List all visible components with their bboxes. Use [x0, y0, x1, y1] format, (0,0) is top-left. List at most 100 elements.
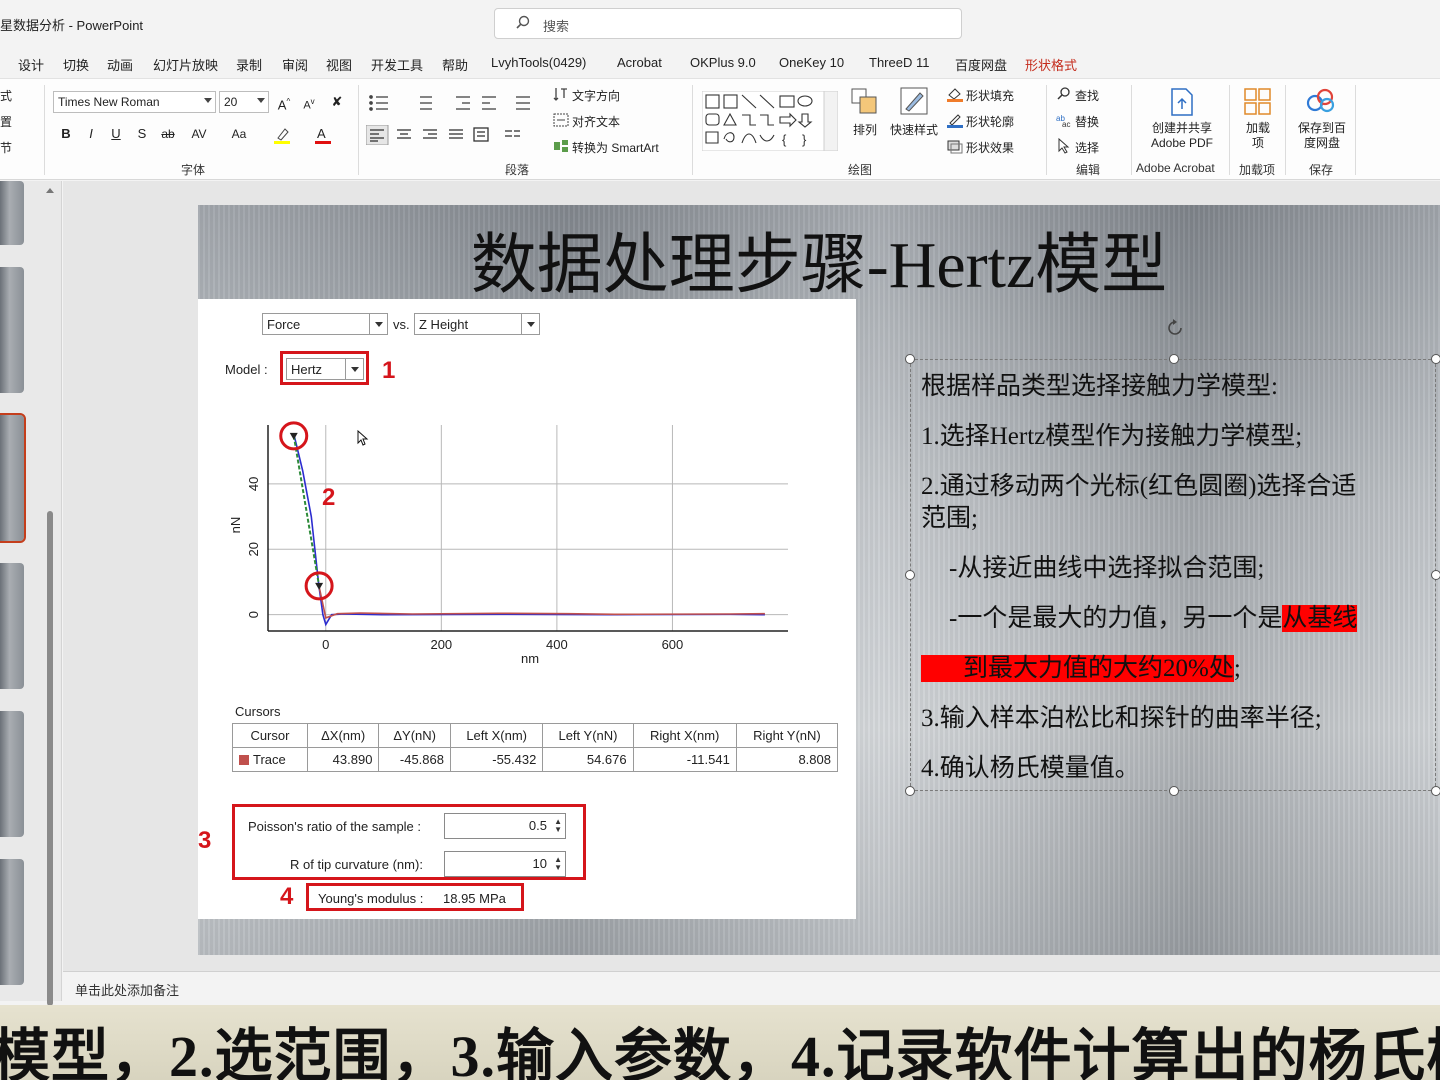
- shape-outline-icon: [947, 114, 963, 128]
- scroll-up-icon[interactable]: [46, 186, 54, 194]
- slide-thumbnail[interactable]: [0, 181, 24, 245]
- video-subtitle-bar: 模型，2.选范围，3.输入参数，4.记录软件计算出的杨氏模量值: [0, 1005, 1440, 1080]
- strikethrough-button[interactable]: ab: [158, 124, 178, 144]
- table-row: Trace 43.890 -45.868 -55.432 54.676 -11.…: [232, 747, 839, 772]
- clear-format-icon[interactable]: ✘: [327, 92, 347, 112]
- shape-fill-button[interactable]: 形状填充: [966, 87, 1014, 104]
- bold-button[interactable]: B: [56, 124, 76, 144]
- select-button[interactable]: 选择: [1075, 139, 1099, 156]
- resize-handle[interactable]: [1431, 570, 1440, 580]
- y-tick-label: 20: [246, 542, 261, 556]
- series-line-1: [318, 585, 765, 619]
- slide-thumbnail[interactable]: [0, 859, 24, 985]
- underline-button[interactable]: U: [106, 124, 126, 144]
- replace-button[interactable]: 替换: [1075, 113, 1099, 130]
- partial-layout-label[interactable]: 式: [0, 87, 12, 104]
- tab-animations[interactable]: 动画: [107, 55, 133, 74]
- tab-acrobat[interactable]: Acrobat: [617, 55, 662, 70]
- smartart-icon: [554, 140, 568, 152]
- shape-effects-button[interactable]: 形状效果: [966, 139, 1014, 156]
- tab-help[interactable]: 帮助: [442, 55, 468, 74]
- software-screenshot-image[interactable]: Force vs. Z Height Model : Hertz 1 0 200 4…: [198, 299, 856, 919]
- tab-onekey[interactable]: OneKey 10: [779, 55, 844, 70]
- table-header: Left Y(nN): [542, 723, 634, 748]
- slide-thumbnail-selected[interactable]: [0, 413, 26, 543]
- text-box[interactable]: 根据样品类型选择接触力学模型: 1.选择Hertz模型作为接触力学模型; 2.通…: [905, 354, 1440, 796]
- change-case-button[interactable]: Aa: [226, 124, 252, 144]
- create-share-pdf-button[interactable]: 创建并共享 Adobe PDF: [1144, 121, 1220, 151]
- char-spacing-button[interactable]: AV: [186, 124, 212, 144]
- text-direction-button[interactable]: 文字方向: [572, 87, 620, 104]
- resize-handle[interactable]: [905, 786, 915, 796]
- scrollbar-thumb[interactable]: [47, 511, 53, 1006]
- tab-baidu[interactable]: 百度网盘: [955, 55, 1007, 74]
- convert-smartart-button[interactable]: 转换为 SmartArt: [572, 139, 659, 156]
- font-size-combo[interactable]: 20: [219, 91, 269, 113]
- shapes-gallery[interactable]: {}: [702, 91, 838, 151]
- italic-button[interactable]: I: [81, 124, 101, 144]
- partial-reset-label[interactable]: 置: [0, 113, 12, 130]
- find-button[interactable]: 查找: [1075, 87, 1099, 104]
- cursor-marker-2: [315, 582, 324, 590]
- grow-font-button[interactable]: A^: [274, 92, 294, 112]
- resize-handle[interactable]: [905, 354, 915, 364]
- slide-thumbnail[interactable]: [0, 711, 24, 837]
- table-header: ΔX(nm): [306, 723, 380, 748]
- addins-button[interactable]: 加载项: [1244, 121, 1272, 151]
- spinner-icon: ▲ ▼: [554, 855, 562, 872]
- resize-handle[interactable]: [1169, 354, 1179, 364]
- save-to-baidu-button[interactable]: 保存到百度网盘: [1294, 121, 1350, 151]
- marker-4: 4: [280, 883, 294, 910]
- font-family-value: Times New Roman: [58, 95, 160, 109]
- tab-design[interactable]: 设计: [18, 55, 44, 74]
- thumbnail-scrollbar[interactable]: [46, 186, 54, 1006]
- resize-handle[interactable]: [905, 570, 915, 580]
- tab-shape-format[interactable]: 形状格式: [1025, 55, 1077, 74]
- trace-name: Trace: [253, 752, 286, 767]
- quick-styles-button[interactable]: 快速样式: [890, 121, 938, 138]
- highlight-color-icon[interactable]: [272, 125, 294, 145]
- rotate-handle-icon[interactable]: [1164, 317, 1186, 339]
- tab-threed[interactable]: ThreeD 11: [869, 55, 929, 70]
- list-indent-icons[interactable]: [368, 93, 558, 113]
- slide-thumbnail[interactable]: [0, 563, 24, 689]
- addins-icon: [1244, 88, 1271, 115]
- shape-outline-button[interactable]: 形状轮廓: [966, 113, 1014, 130]
- font-color-icon[interactable]: A: [313, 125, 335, 145]
- slide-thumbnail[interactable]: [0, 267, 24, 393]
- align-text-button[interactable]: 对齐文本: [572, 113, 620, 130]
- shrink-font-button[interactable]: Av: [299, 92, 319, 112]
- chart-tick-labels: 0 200 400 600 0 20 40: [246, 477, 683, 652]
- cursors-table: Cursor ΔX(nm) ΔY(nN) Left X(nm) Left Y(n…: [232, 723, 839, 772]
- table-cell: 8.808: [735, 747, 839, 772]
- text-line: 范围;: [921, 505, 978, 532]
- youngs-modulus-value: 18.95 MPa: [443, 891, 506, 906]
- tab-review[interactable]: 审阅: [282, 55, 308, 74]
- resize-handle[interactable]: [1431, 354, 1440, 364]
- x-tick-label: 400: [546, 637, 568, 652]
- partial-section-label[interactable]: 节: [0, 139, 12, 156]
- notes-pane[interactable]: 单击此处添加备注: [63, 971, 1440, 1005]
- resize-handle[interactable]: [1169, 786, 1179, 796]
- search-box[interactable]: 搜索: [494, 8, 962, 39]
- tab-lvyhtools[interactable]: LvyhTools(0429): [491, 55, 586, 70]
- tab-record[interactable]: 录制: [236, 55, 262, 74]
- resize-handle[interactable]: [1431, 786, 1440, 796]
- tab-slideshow[interactable]: 幻灯片放映: [153, 55, 218, 74]
- align-buttons-icons[interactable]: [366, 125, 536, 145]
- tab-developer[interactable]: 开发工具: [371, 55, 423, 74]
- text-run: ;: [1233, 655, 1241, 682]
- arrange-button[interactable]: 排列: [853, 121, 877, 138]
- tab-transitions[interactable]: 切换: [63, 55, 89, 74]
- slide[interactable]: 数据处理步骤-Hertz模型 Force vs. Z Height Model …: [198, 205, 1440, 955]
- force-curve-chart: 0 200 400 600 0 20 40 nm nN: [228, 421, 788, 666]
- slide-title[interactable]: 数据处理步骤-Hertz模型: [198, 211, 1440, 307]
- y-tick-label: 40: [246, 477, 261, 491]
- group-separator: [358, 85, 359, 175]
- addins-group-label: 加载项: [1239, 163, 1276, 177]
- tab-okplus[interactable]: OKPlus 9.0: [690, 55, 756, 70]
- window-title: 星数据分析 - PowerPoint: [0, 18, 144, 33]
- tab-view[interactable]: 视图: [326, 55, 352, 74]
- shadow-button[interactable]: S: [132, 124, 152, 144]
- font-family-combo[interactable]: Times New Roman: [53, 91, 216, 113]
